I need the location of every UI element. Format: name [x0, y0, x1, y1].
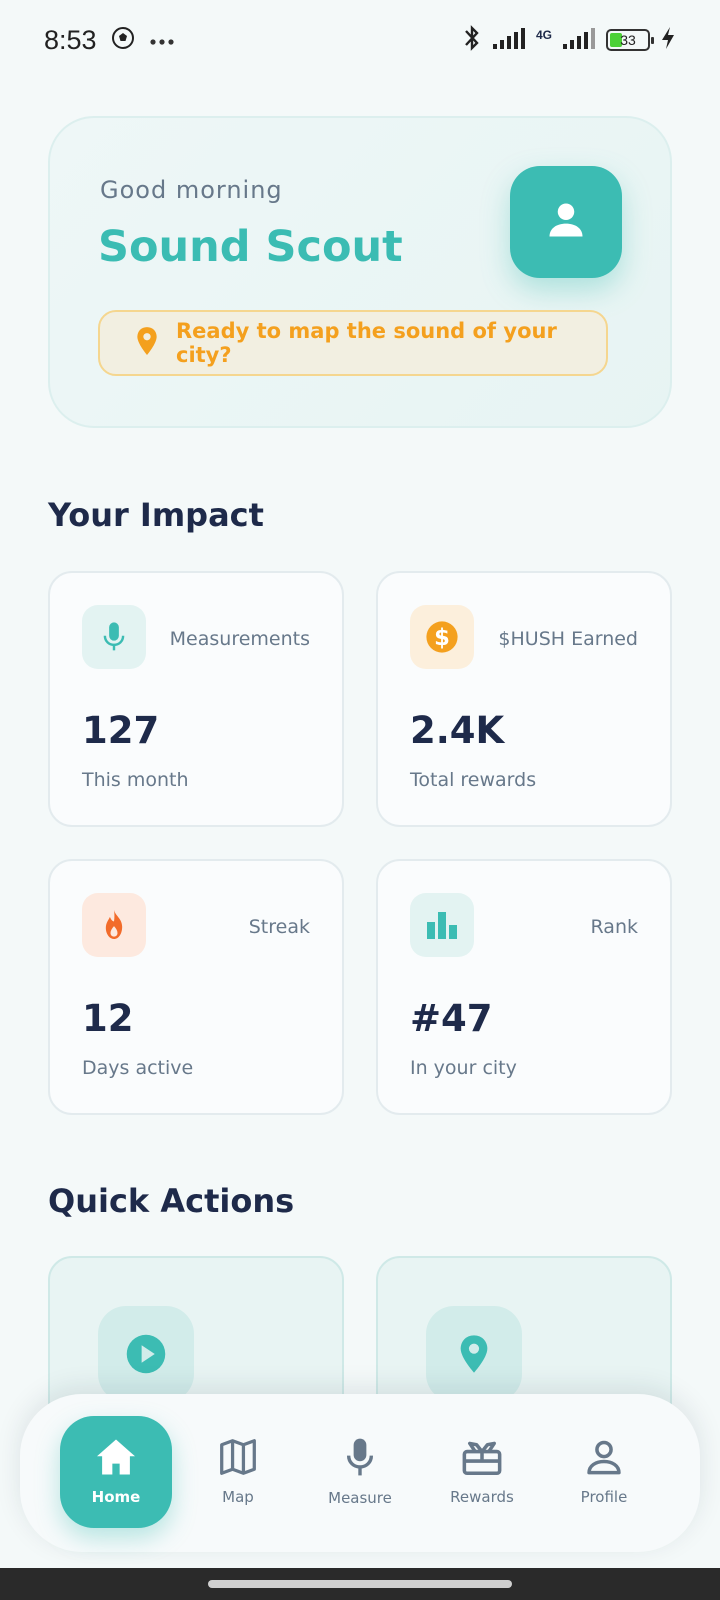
user-name: Sound Scout — [98, 222, 403, 272]
nav-label: Map — [222, 1488, 254, 1506]
nav-label: Rewards — [450, 1488, 514, 1506]
stat-subtitle: This month — [82, 769, 189, 791]
stat-label: $HUSH Earned — [498, 628, 638, 650]
bluetooth-icon — [462, 23, 482, 57]
system-nav-bar — [0, 1568, 720, 1600]
stat-card-hush-earned[interactable]: $ $HUSH Earned 2.4K Total rewards — [376, 571, 672, 827]
stat-card-measurements[interactable]: Measurements 127 This month — [48, 571, 344, 827]
nav-map[interactable]: Map — [182, 1416, 294, 1528]
location-pin-icon — [426, 1306, 522, 1402]
dollar-coin-icon: $ — [410, 605, 474, 669]
greeting-label: Good morning — [100, 176, 283, 204]
bottom-nav: Home Map Measure Rewards Profile — [20, 1394, 700, 1552]
nav-label: Profile — [580, 1488, 628, 1506]
signal-icon — [492, 26, 526, 54]
user-icon — [544, 198, 588, 246]
home-icon — [95, 1438, 137, 1480]
stat-label: Rank — [590, 916, 638, 938]
stat-subtitle: Total rewards — [410, 769, 537, 791]
stat-card-streak[interactable]: Streak 12 Days active — [48, 859, 344, 1115]
fire-icon — [82, 893, 146, 957]
avatar-button[interactable] — [510, 166, 622, 278]
charging-icon — [660, 26, 676, 54]
quick-actions-title: Quick Actions — [48, 1182, 295, 1220]
nav-profile[interactable]: Profile — [548, 1416, 660, 1528]
user-icon — [585, 1438, 623, 1480]
nav-home[interactable]: Home — [60, 1416, 172, 1528]
stat-value: #47 — [410, 997, 493, 1040]
stat-subtitle: Days active — [82, 1057, 194, 1079]
microphone-icon — [343, 1437, 377, 1481]
microphone-icon — [82, 605, 146, 669]
stat-label: Measurements — [169, 628, 310, 650]
impact-title: Your Impact — [48, 496, 264, 534]
stat-value: 2.4K — [410, 709, 505, 752]
gift-icon — [461, 1438, 503, 1480]
stat-card-rank[interactable]: Rank #47 In your city — [376, 859, 672, 1115]
battery-level: 33 — [620, 32, 636, 48]
nav-measure[interactable]: Measure — [304, 1416, 416, 1528]
stat-value: 127 — [82, 709, 160, 752]
stat-subtitle: In your city — [410, 1057, 517, 1079]
city-banner[interactable]: Ready to map the sound of your city? — [98, 310, 608, 376]
banner-text: Ready to map the sound of your city? — [176, 319, 557, 367]
nav-rewards[interactable]: Rewards — [426, 1416, 538, 1528]
bar-chart-icon — [410, 893, 474, 957]
svg-text:$: $ — [434, 625, 450, 651]
nav-label: Home — [91, 1488, 141, 1506]
soccer-ball-icon — [111, 26, 135, 54]
status-time: 8:53 — [44, 24, 97, 55]
location-pin-icon — [134, 326, 160, 360]
greeting-card: Good morning Sound Scout Ready to map th… — [48, 116, 672, 428]
nav-label: Measure — [328, 1489, 392, 1507]
stat-label: Streak — [248, 916, 310, 938]
gesture-handle[interactable] — [208, 1580, 512, 1588]
battery-icon: 33 — [606, 29, 654, 51]
more-dots-icon — [149, 31, 175, 50]
network-type-label: 4G — [535, 28, 552, 42]
status-bar: 8:53 4G 33 — [0, 0, 720, 80]
play-icon — [98, 1306, 194, 1402]
signal-icon-2 — [562, 26, 596, 54]
map-icon — [219, 1438, 257, 1480]
stat-value: 12 — [82, 997, 134, 1040]
